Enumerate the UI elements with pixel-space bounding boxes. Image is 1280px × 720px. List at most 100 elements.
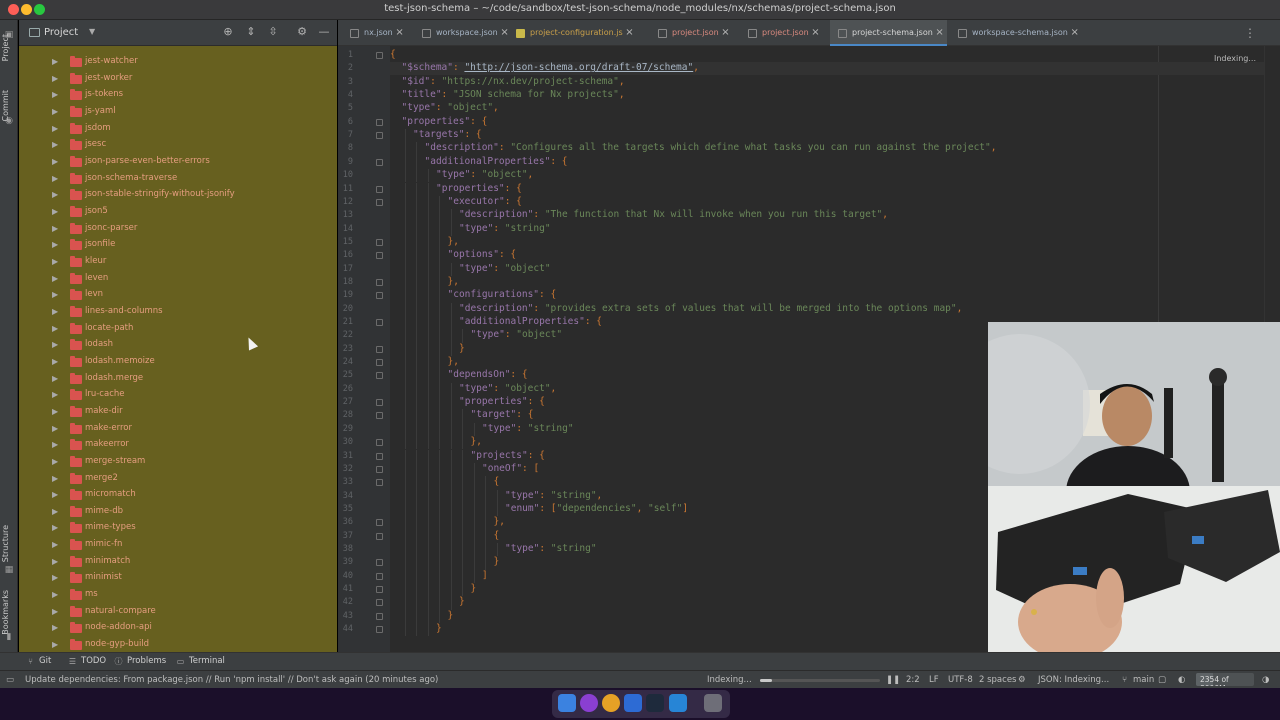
chevron-right-icon[interactable]: ▶ — [52, 424, 58, 433]
chevron-right-icon[interactable]: ▶ — [52, 324, 58, 333]
messenger-icon[interactable] — [580, 694, 598, 712]
collapse-all-icon[interactable]: ⇳ — [266, 25, 280, 39]
tool-tab-project[interactable]: Project — [1, 34, 10, 61]
chevron-right-icon[interactable]: ▶ — [52, 57, 58, 66]
chevron-right-icon[interactable]: ▶ — [52, 357, 58, 366]
chevron-right-icon[interactable]: ▶ — [52, 374, 58, 383]
chevron-right-icon[interactable]: ▶ — [52, 557, 58, 566]
tree-item[interactable]: ▶ mime-types — [19, 520, 337, 536]
tree-item[interactable]: ▶ json5 — [19, 204, 337, 220]
fold-marker-icon[interactable] — [376, 532, 383, 540]
close-tab-icon[interactable]: × — [721, 20, 729, 46]
lock-icon[interactable]: ▢ — [1158, 675, 1166, 685]
fold-marker-icon[interactable] — [376, 319, 383, 326]
pause-icon[interactable]: ❚❚ — [886, 675, 900, 685]
bottom-tab[interactable]: ⑂ Git — [26, 656, 51, 666]
tree-item[interactable]: ▶ lodash.memoize — [19, 354, 337, 370]
chevron-right-icon[interactable]: ▶ — [52, 307, 58, 316]
tree-item[interactable]: ▶ jest-worker — [19, 71, 337, 87]
chevron-right-icon[interactable]: ▶ — [52, 340, 58, 349]
tree-item[interactable]: ▶ json-schema-traverse — [19, 171, 337, 187]
close-tab-icon[interactable]: × — [625, 20, 633, 46]
tree-item[interactable]: ▶ locate-path — [19, 321, 337, 337]
chevron-right-icon[interactable]: ▶ — [52, 140, 58, 149]
gear-icon[interactable]: ⚙ — [295, 25, 309, 39]
close-tab-icon[interactable]: × — [395, 20, 403, 46]
chevron-right-icon[interactable]: ▶ — [52, 157, 58, 166]
editor-tab[interactable]: project-configuration.js × — [508, 20, 637, 46]
chevron-right-icon[interactable]: ▶ — [52, 74, 58, 83]
fold-marker-icon[interactable] — [376, 118, 383, 126]
chevron-right-icon[interactable]: ▶ — [52, 490, 58, 499]
chevron-right-icon[interactable]: ▶ — [52, 573, 58, 582]
fold-marker-icon[interactable] — [376, 359, 383, 367]
fold-marker-icon[interactable] — [376, 586, 383, 593]
fold-marker-icon[interactable] — [376, 559, 383, 567]
chevron-right-icon[interactable]: ▶ — [52, 474, 58, 483]
fold-marker-icon[interactable] — [376, 412, 383, 420]
fold-marker-icon[interactable] — [376, 439, 383, 447]
chevron-right-icon[interactable]: ▶ — [52, 440, 58, 449]
chevron-right-icon[interactable]: ▶ — [52, 590, 58, 599]
fold-marker-icon[interactable] — [376, 185, 383, 193]
tree-item[interactable]: ▶ minimist — [19, 570, 337, 586]
status-message[interactable]: Update dependencies: From package.json /… — [25, 675, 438, 685]
editor-tab[interactable]: workspace.json × — [414, 20, 512, 46]
tree-item[interactable]: ▶ mimic-fn — [19, 537, 337, 553]
expand-all-icon[interactable]: ⇕ — [244, 25, 258, 39]
fold-marker-icon[interactable] — [376, 292, 383, 300]
tool-tab-structure[interactable]: Structure — [1, 525, 10, 562]
line-separator[interactable]: LF — [929, 675, 939, 685]
chevron-right-icon[interactable]: ▶ — [52, 523, 58, 532]
tree-item[interactable]: ▶ json-parse-even-better-errors — [19, 154, 337, 170]
tree-item[interactable]: ▶ make-error — [19, 421, 337, 437]
gear-icon[interactable]: ⚙ — [1018, 675, 1026, 685]
chevron-right-icon[interactable]: ▶ — [52, 640, 58, 649]
tree-item[interactable]: ▶ natural-compare — [19, 604, 337, 620]
chevron-right-icon[interactable]: ▶ — [52, 290, 58, 299]
fold-marker-icon[interactable] — [376, 345, 383, 353]
locate-icon[interactable]: ⊕ — [221, 25, 235, 39]
trash-icon[interactable] — [704, 694, 722, 712]
chevron-right-icon[interactable]: ▶ — [52, 207, 58, 216]
vscode-icon[interactable] — [669, 694, 687, 712]
notifications-icon[interactable]: ◑ — [1262, 675, 1269, 685]
bottom-tab[interactable]: ▭ Terminal — [176, 656, 225, 666]
tree-item[interactable]: ▶ minimatch — [19, 554, 337, 570]
chevron-right-icon[interactable]: ▶ — [52, 390, 58, 399]
tree-item[interactable]: ▶ merge2 — [19, 471, 337, 487]
tree-item[interactable]: ▶ lru-cache — [19, 387, 337, 403]
editor-tab[interactable]: workspace-schema.json × — [950, 20, 1082, 46]
tree-item[interactable]: ▶ levn — [19, 287, 337, 303]
fold-marker-icon[interactable] — [376, 278, 383, 286]
fold-marker-icon[interactable] — [376, 372, 383, 380]
chevron-right-icon[interactable]: ▶ — [52, 457, 58, 466]
chevron-right-icon[interactable]: ▶ — [52, 174, 58, 183]
close-tab-icon[interactable]: × — [811, 20, 819, 46]
fold-marker-icon[interactable] — [376, 465, 383, 473]
tree-item[interactable]: ▶ lodash.merge — [19, 371, 337, 387]
bottom-tab[interactable]: ⓘ Problems — [114, 656, 167, 666]
chevron-right-icon[interactable]: ▶ — [52, 257, 58, 266]
fold-marker-icon[interactable] — [376, 519, 383, 527]
project-view-title[interactable]: Project — [44, 27, 78, 38]
fold-marker-icon[interactable] — [376, 572, 383, 580]
chevron-right-icon[interactable]: ▶ — [52, 623, 58, 632]
inspector-icon[interactable]: ◐ — [1178, 675, 1185, 685]
fold-marker-icon[interactable] — [376, 452, 383, 460]
fold-marker-icon[interactable] — [376, 612, 383, 620]
webstorm-icon[interactable] — [624, 694, 642, 712]
tool-tab-commit[interactable]: Commit — [1, 90, 10, 121]
terminal-app-icon[interactable] — [646, 694, 664, 712]
chevron-right-icon[interactable]: ▶ — [52, 124, 58, 133]
fold-marker-icon[interactable] — [376, 238, 383, 246]
fold-marker-icon[interactable] — [376, 52, 383, 59]
tree-item[interactable]: ▶ mime-db — [19, 504, 337, 520]
editor-tab[interactable]: project.json × — [740, 20, 823, 46]
tree-item[interactable]: ▶ jsonfile — [19, 237, 337, 253]
git-branch[interactable]: main — [1133, 675, 1154, 685]
tree-item[interactable]: ▶ node-gyp-build — [19, 637, 337, 652]
tree-item[interactable]: ▶ jest-watcher — [19, 54, 337, 70]
tree-item[interactable]: ▶ makeerror — [19, 437, 337, 453]
tree-item[interactable]: ▶ lines-and-columns — [19, 304, 337, 320]
